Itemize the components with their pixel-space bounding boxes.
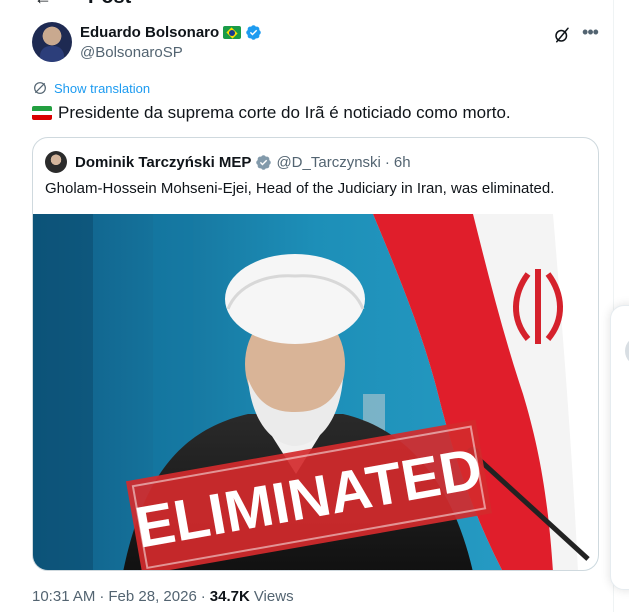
quoted-header: Dominik Tarczyński MEP @D_Tarczynski · 6… — [45, 151, 411, 173]
post-body: Presidente da suprema corte do Irã é not… — [32, 102, 511, 124]
page-title: Post — [88, 0, 131, 9]
post-footer: 10:31 AM · Feb 28, 2026 · 34.7K Views — [32, 588, 294, 605]
show-translation-link[interactable]: Show translation — [54, 81, 150, 96]
quoted-avatar[interactable] — [45, 151, 67, 173]
author-name[interactable]: Eduardo Bolsonaro — [80, 24, 219, 41]
side-card-avatar — [625, 336, 629, 366]
top-bar: ← Post — [0, 0, 629, 8]
quoted-time[interactable]: 6h — [394, 154, 411, 171]
views-count: 34.7K — [209, 588, 250, 605]
author-name-row[interactable]: Eduardo Bolsonaro — [80, 24, 262, 41]
quoted-text: Gholam-Hossein Mohseni-Ejei, Head of the… — [45, 180, 555, 197]
footer-separator: · — [99, 588, 105, 605]
globe-icon — [34, 82, 46, 94]
post-date[interactable]: Feb 28, 2026 — [108, 588, 196, 605]
back-arrow-icon[interactable]: ← — [34, 0, 52, 9]
footer-separator: · — [200, 588, 206, 605]
grok-icon[interactable] — [553, 26, 571, 44]
post-header: Eduardo Bolsonaro @BolsonaroSP ••• — [32, 22, 607, 66]
iran-flag-icon — [32, 106, 52, 120]
quoted-image[interactable]: ELIMINATED — [33, 214, 599, 571]
translate-row[interactable]: Show translation — [32, 80, 150, 96]
side-popup-card[interactable] — [610, 305, 629, 590]
quoted-separator: · — [384, 153, 390, 171]
verified-badge-icon — [256, 154, 272, 170]
quoted-author-name[interactable]: Dominik Tarczyński MEP — [75, 154, 251, 171]
more-icon[interactable]: ••• — [579, 22, 601, 44]
post-time[interactable]: 10:31 AM — [32, 588, 95, 605]
author-handle[interactable]: @BolsonaroSP — [80, 44, 183, 61]
verified-badge-icon — [246, 25, 261, 40]
post-text: Presidente da suprema corte do Irã é not… — [58, 103, 511, 122]
avatar[interactable] — [32, 22, 72, 62]
quoted-post[interactable]: Dominik Tarczyński MEP @D_Tarczynski · 6… — [32, 137, 599, 571]
views-label: Views — [253, 588, 294, 605]
quoted-handle[interactable]: @D_Tarczynski — [276, 154, 380, 171]
brazil-flag-icon — [223, 26, 242, 39]
